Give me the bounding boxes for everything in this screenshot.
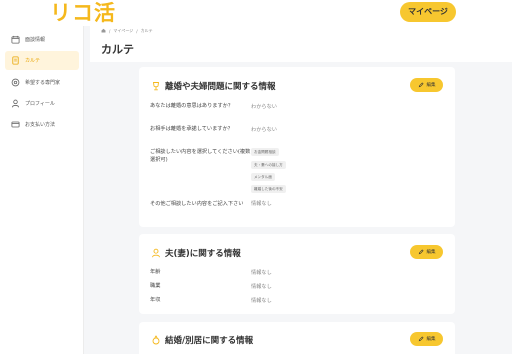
sidebar-item-profile[interactable]: プロフィール	[5, 94, 79, 113]
user-icon	[11, 99, 20, 108]
consult-tag: メンタル面	[251, 173, 275, 181]
handshake-icon	[11, 78, 20, 87]
pencil-icon	[418, 82, 424, 88]
breadcrumb-current: カルテ	[140, 28, 153, 33]
divorce-info-card: 離婚や夫婦問題に関する情報 編集 あなたは離婚の意思はありますか？ わからない …	[139, 67, 455, 227]
calendar-icon	[11, 35, 20, 44]
occupation-label: 職業	[150, 283, 161, 289]
income-label: 年収	[150, 297, 161, 303]
consult-tag: お金問題相談	[251, 148, 279, 156]
breadcrumb: / マイページ / カルテ	[101, 28, 156, 34]
answer-value: 情報なし	[251, 201, 272, 207]
home-icon[interactable]	[101, 28, 106, 34]
sidebar-item-meeting-info[interactable]: 面談情報	[5, 30, 79, 49]
answer-value: わからない	[251, 104, 277, 110]
sidebar-item-label: プロフィール	[25, 101, 55, 107]
answer-value: わからない	[251, 127, 277, 133]
consult-tag: 夫・妻への接し方	[251, 161, 286, 169]
app-logo[interactable]: リコ活	[50, 0, 116, 27]
question-label: その他ご相談したい内容をご記入下さい	[150, 201, 244, 207]
pencil-icon	[418, 249, 424, 255]
person-icon	[151, 248, 161, 258]
trophy-icon	[151, 81, 161, 91]
edit-button[interactable]: 編集	[410, 332, 443, 346]
credit-card-icon	[11, 120, 20, 129]
question-label: あなたは離婚の意思はありますか？	[150, 103, 234, 109]
income-value: 情報なし	[251, 298, 272, 304]
sidebar: 面談情報 カルテ 希望する専門家 プロフィール お支払い方法	[0, 26, 84, 354]
question-label: ご相談したい内容を選択してください(複数選択可)	[150, 149, 251, 163]
card-title: 離婚や夫婦問題に関する情報	[151, 80, 276, 92]
sidebar-item-label: 面談情報	[25, 37, 46, 43]
consult-tag: 離婚した後の不安	[251, 185, 286, 193]
top-header: リコ活 マイページ	[0, 0, 512, 26]
sidebar-item-karte[interactable]: カルテ	[5, 51, 79, 70]
sidebar-item-label: 希望する専門家	[25, 80, 61, 86]
card-title: 夫(妻)に関する情報	[151, 247, 241, 259]
marriage-info-card: 結婚/別居に関する情報 編集	[139, 322, 455, 354]
sidebar-item-label: カルテ	[25, 58, 41, 64]
document-icon	[11, 56, 20, 65]
mypage-button[interactable]: マイページ	[400, 2, 456, 22]
age-value: 情報なし	[251, 270, 272, 276]
age-label: 年齢	[150, 269, 161, 275]
sidebar-item-experts[interactable]: 希望する専門家	[5, 73, 79, 92]
question-label: お相手は離婚を承諾していますか？	[150, 126, 233, 132]
ring-icon	[151, 335, 161, 345]
page-title: カルテ	[101, 43, 134, 56]
edit-button[interactable]: 編集	[410, 78, 443, 92]
sidebar-item-label: お支払い方法	[25, 122, 56, 128]
pencil-icon	[418, 336, 424, 342]
occupation-value: 情報なし	[251, 284, 272, 290]
spouse-info-card: 夫(妻)に関する情報 編集 年齢 情報なし 職業 情報なし 年収 情報なし	[139, 234, 455, 314]
breadcrumb-mypage[interactable]: マイページ	[113, 28, 133, 34]
sidebar-item-payment[interactable]: お支払い方法	[5, 115, 79, 134]
edit-button[interactable]: 編集	[410, 245, 443, 259]
card-title: 結婚/別居に関する情報	[151, 334, 253, 346]
